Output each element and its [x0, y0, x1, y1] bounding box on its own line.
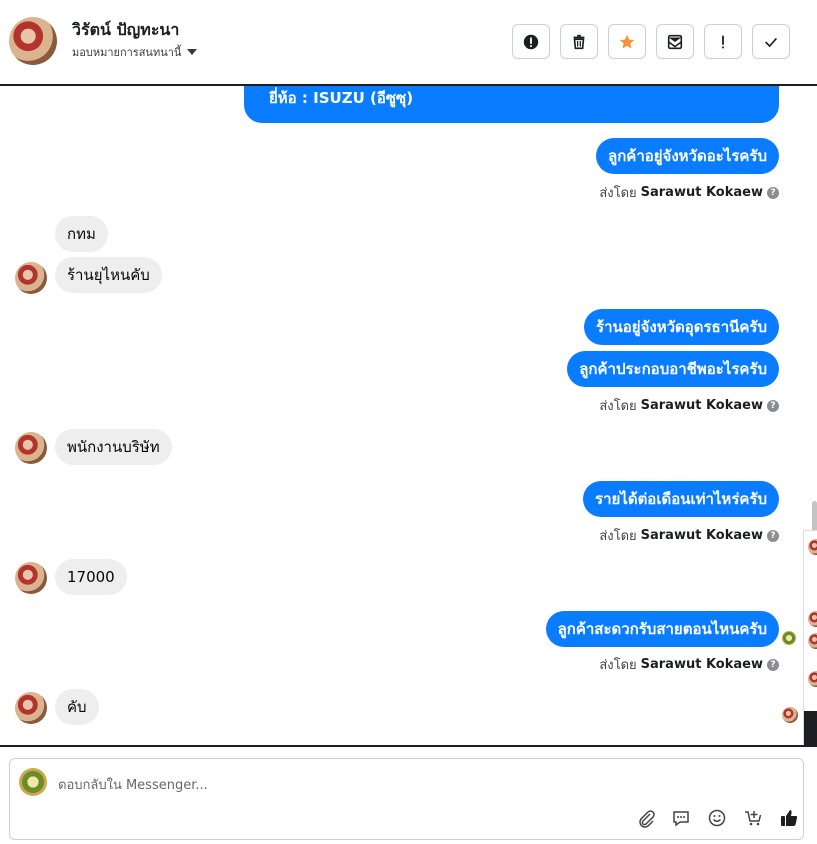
customer-avatar — [15, 692, 47, 724]
incoming-message[interactable]: พนักงานบริษัท — [55, 429, 172, 465]
sent-by-label: ส่งโดย Sarawut Kokaew ? — [599, 182, 779, 203]
add-to-cart-icon — [745, 811, 762, 826]
sent-by-label: ส่งโดย Sarawut Kokaew ? — [599, 395, 779, 416]
sent-by-agent: Sarawut Kokaew — [640, 657, 763, 672]
customer-name[interactable]: วิรัตน์ ปัญทะนา — [72, 18, 179, 43]
attach-button[interactable] — [635, 807, 657, 829]
customer-avatar — [808, 633, 817, 649]
emoji-button[interactable] — [706, 807, 728, 829]
incoming-message[interactable]: กทม — [55, 216, 108, 252]
conversation-header: วิรัตน์ ปัญทะนา มอบหมายการสนทนานี้ — [0, 0, 817, 86]
paperclip-icon — [639, 810, 655, 828]
outgoing-message[interactable]: รายได้ต่อเดือนเท่าไหร่ครับ — [583, 481, 779, 517]
sent-by-label: ส่งโดย Sarawut Kokaew ? — [599, 525, 779, 546]
outgoing-message[interactable]: ยี่ห้อ : ISUZU (อีซูซุ) — [244, 86, 779, 123]
caret-down-icon — [187, 49, 198, 55]
message-text: ยี่ห้อ : ISUZU (อีซูซุ) — [269, 89, 414, 107]
mark-unread-button[interactable] — [656, 24, 694, 59]
star-button[interactable] — [608, 24, 646, 59]
sent-by-label: ส่งโดย Sarawut Kokaew ? — [599, 654, 779, 675]
delete-button[interactable] — [560, 24, 598, 59]
outgoing-message[interactable]: ลูกค้าอยู่จังหวัดอะไรครับ — [596, 138, 779, 174]
thumbs-up-icon — [781, 810, 798, 826]
page-avatar — [19, 768, 47, 796]
sent-by-prefix: ส่งโดย — [599, 186, 637, 201]
customer-avatar — [808, 671, 817, 687]
customer-avatar — [15, 562, 47, 594]
help-icon[interactable]: ? — [767, 399, 779, 412]
divider — [0, 745, 817, 747]
assign-label: มอบหมายการสนทนานี้ — [72, 46, 182, 59]
follow-up-button[interactable] — [704, 24, 742, 59]
sent-by-prefix: ส่งโดย — [599, 658, 637, 673]
chat-bubble-icon — [673, 811, 689, 827]
sent-by-prefix: ส่งโดย — [599, 529, 637, 544]
done-button[interactable] — [752, 24, 790, 59]
customer-avatar — [15, 262, 47, 294]
read-receipt-avatar — [782, 707, 798, 723]
envelope-icon — [667, 34, 683, 49]
customer-avatar — [15, 432, 47, 464]
sent-by-agent: Sarawut Kokaew — [640, 185, 763, 200]
customer-avatar — [808, 539, 817, 555]
exclamation-icon — [722, 35, 724, 48]
exclamation-circle-icon — [523, 34, 539, 49]
add-to-cart-button[interactable] — [742, 807, 764, 829]
side-panel-edge — [803, 530, 817, 745]
smiley-icon — [708, 809, 726, 827]
incoming-message[interactable]: 17000 — [55, 559, 127, 595]
page-seal-icon — [782, 631, 796, 645]
outgoing-message[interactable]: ลูกค้าสะดวกรับสายตอนไหนครับ — [545, 611, 779, 647]
reply-composer[interactable]: ตอบกลับใน Messenger... — [9, 758, 804, 840]
incoming-message[interactable]: คับ — [55, 689, 99, 725]
customer-avatar — [808, 611, 817, 627]
reply-input[interactable]: ตอบกลับใน Messenger... — [58, 774, 208, 795]
customer-avatar[interactable] — [9, 17, 57, 65]
like-button[interactable] — [778, 807, 800, 829]
sent-by-prefix: ส่งโดย — [599, 399, 637, 414]
star-icon — [619, 34, 635, 48]
saved-replies-button[interactable] — [670, 807, 692, 829]
sent-by-agent: Sarawut Kokaew — [640, 398, 763, 413]
help-icon[interactable]: ? — [767, 658, 779, 671]
sent-by-agent: Sarawut Kokaew — [640, 528, 763, 543]
outgoing-message[interactable]: ร้านอยู่จังหวัดอุดรธานีครับ — [584, 309, 779, 345]
assign-conversation-dropdown[interactable]: มอบหมายการสนทนานี้ — [72, 43, 198, 61]
side-panel-footer — [804, 711, 817, 745]
check-icon — [765, 37, 778, 47]
help-icon[interactable]: ? — [767, 186, 779, 199]
incoming-message[interactable]: ร้านยุไหนคับ — [55, 257, 162, 293]
trash-icon — [573, 34, 585, 49]
outgoing-message[interactable]: ลูกค้าประกอบอาชีพอะไรครับ — [567, 351, 779, 387]
help-icon[interactable]: ? — [767, 529, 779, 542]
message-list[interactable]: ยี่ห้อ : ISUZU (อีซูซุ) ลูกค้าอยู่จังหวั… — [0, 86, 817, 745]
spam-button[interactable] — [512, 24, 550, 59]
